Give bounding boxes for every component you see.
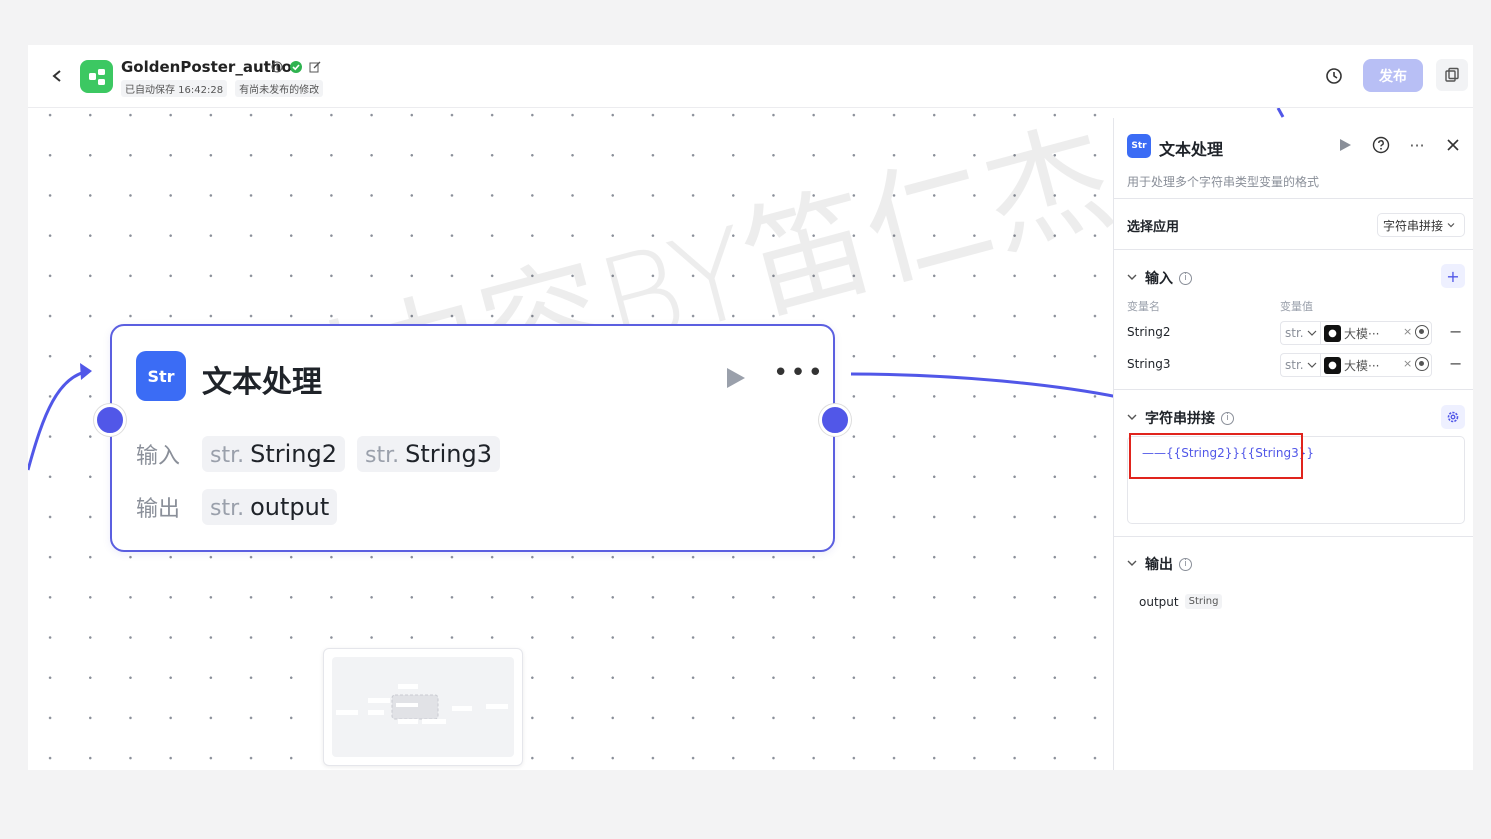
more-icon[interactable]: ··· — [1408, 136, 1426, 155]
chevron-down-icon — [1447, 218, 1455, 232]
panel-description: 用于处理多个字符串类型变量的格式 — [1127, 175, 1320, 189]
top-bar: GoldenPoster_author 已自动保存 16:42:28 有尚未发布… — [28, 45, 1473, 108]
unpublished-status: 有尚未发布的修改 — [235, 80, 324, 97]
target-icon[interactable] — [1415, 357, 1429, 371]
input-label: 输入 — [136, 444, 181, 469]
chevron-down-icon — [1307, 330, 1317, 336]
target-icon[interactable] — [1415, 325, 1429, 339]
output-row: output String — [1139, 594, 1223, 609]
variable-name: String3 — [1127, 357, 1171, 371]
workflow-icon — [88, 68, 105, 85]
more-icon[interactable]: ••• — [773, 360, 823, 388]
input-section-title: 输入 — [1145, 271, 1173, 287]
chevron-down-icon — [1307, 362, 1317, 368]
minimap-preview — [336, 684, 508, 724]
select-app-dropdown[interactable]: 字符串拼接 — [1377, 213, 1465, 237]
select-app-label: 选择应用 — [1127, 220, 1180, 235]
publish-button[interactable]: 发布 — [1363, 59, 1423, 92]
gear-icon[interactable] — [1441, 405, 1465, 429]
concat-section-title: 字符串拼接 — [1145, 411, 1215, 427]
minimap[interactable] — [323, 648, 523, 766]
close-icon[interactable] — [1444, 136, 1462, 154]
variable-type-select[interactable]: str. — [1280, 321, 1320, 345]
edge-fragment — [1276, 107, 1285, 118]
info-icon[interactable]: i — [1221, 411, 1234, 425]
clear-icon[interactable]: × — [1403, 325, 1412, 338]
help-icon[interactable] — [1372, 136, 1390, 154]
template-text[interactable]: ——{{String2}}{{String3}} — [1142, 446, 1314, 460]
remove-variable-button[interactable]: − — [1449, 322, 1462, 341]
info-icon[interactable] — [270, 60, 283, 73]
str-icon: Str — [136, 351, 186, 401]
text-processing-node[interactable]: Str 文本处理 ••• 输入 str. String2 str. String3 … — [110, 324, 835, 552]
edit-icon[interactable] — [308, 60, 321, 73]
input-tag-string2: str. String2 — [202, 436, 346, 472]
output-tag: str. output — [202, 489, 338, 525]
column-var-value: 变量值 — [1280, 300, 1313, 313]
clear-icon[interactable]: × — [1403, 357, 1412, 370]
node-output-row: 输出 str. output — [136, 489, 338, 525]
output-port[interactable] — [819, 404, 851, 436]
node-settings-panel: Str 文本处理 ··· 用于处理多个字符串类型变量的格式 选择应用 字符串拼接 — [1113, 118, 1473, 770]
node-input-row: 输入 str. String2 str. String3 — [136, 436, 501, 472]
output-type-badge: String — [1184, 594, 1223, 609]
output-section-title: 输出 — [1145, 557, 1173, 573]
play-icon[interactable] — [1336, 136, 1354, 154]
remove-variable-button[interactable]: − — [1449, 354, 1462, 373]
panel-title: 文本处理 — [1159, 140, 1224, 159]
variable-row: String3 str. ● 大模··· × − — [1127, 353, 1467, 377]
add-variable-button[interactable]: + — [1441, 264, 1465, 288]
str-icon: Str — [1127, 134, 1151, 158]
app-logo — [80, 60, 113, 93]
back-icon[interactable] — [50, 65, 68, 87]
chevron-down-icon — [1127, 412, 1139, 425]
node-title: 文本处理 — [202, 365, 322, 400]
output-section-header[interactable]: 输出 i — [1127, 554, 1192, 574]
history-icon[interactable] — [1324, 66, 1344, 86]
variable-name: String2 — [1127, 325, 1171, 339]
copy-icon[interactable] — [1436, 59, 1468, 91]
check-circle-icon — [289, 60, 302, 73]
input-tag-string3: str. String3 — [357, 436, 501, 472]
variable-row: String2 str. ● 大模··· × − — [1127, 321, 1467, 345]
info-icon[interactable]: i — [1179, 271, 1192, 285]
app-window: 原创内容BY笛仁杰 Str 文本处理 ••• 输入 str. String2 st… — [28, 45, 1473, 770]
output-label: 输出 — [136, 497, 181, 522]
input-section-header[interactable]: 输入 i — [1127, 268, 1192, 288]
template-editor[interactable]: ——{{String2}}{{String3}} — [1127, 433, 1465, 524]
chevron-down-icon — [1127, 272, 1139, 285]
workflow-canvas[interactable]: 原创内容BY笛仁杰 Str 文本处理 ••• 输入 str. String2 st… — [28, 104, 1127, 770]
output-name: output — [1139, 594, 1179, 609]
autosave-status: 已自动保存 16:42:28 — [121, 80, 228, 97]
model-avatar-icon: ● — [1324, 356, 1341, 374]
input-port[interactable] — [94, 404, 126, 436]
column-var-name: 变量名 — [1127, 300, 1160, 313]
variable-type-select[interactable]: str. — [1280, 353, 1320, 377]
play-icon[interactable] — [725, 366, 747, 390]
chevron-down-icon — [1127, 558, 1139, 571]
concat-section-header[interactable]: 字符串拼接 i — [1127, 408, 1234, 428]
info-icon[interactable]: i — [1179, 557, 1192, 571]
model-avatar-icon: ● — [1324, 324, 1341, 342]
